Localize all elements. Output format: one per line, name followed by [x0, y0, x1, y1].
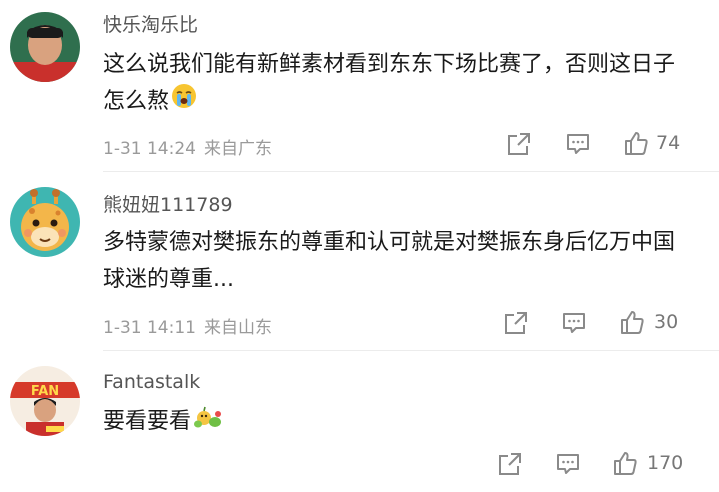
comment-item-1: 快乐淘乐比 这么说我们能有新鲜素材看到东东下场比赛了，否则这日子怎么熬 1-31…	[0, 0, 719, 170]
like-thumb-icon[interactable]	[612, 450, 638, 476]
user-avatar-photo	[10, 12, 80, 82]
like-thumb-icon[interactable]	[619, 309, 645, 335]
like-count: 170	[647, 452, 684, 474]
crying-face-icon	[171, 83, 197, 121]
comment-feed: 快乐淘乐比 这么说我们能有新鲜素材看到东东下场比赛了，否则这日子怎么熬 1-31…	[0, 0, 719, 492]
like-thumb-icon[interactable]	[623, 130, 649, 156]
username[interactable]: 熊妞妞111789	[103, 190, 233, 217]
timestamp: 1-31 14:24	[103, 139, 196, 159]
location: 来自广东	[203, 139, 272, 159]
avatar[interactable]: FAN	[10, 366, 80, 436]
like-count: 30	[654, 311, 679, 333]
timestamp: 1-31 14:11	[103, 318, 196, 338]
comment-meta: 1-31 14:11 来自山东	[103, 313, 272, 338]
username[interactable]: 快乐淘乐比	[103, 10, 198, 37]
comment-item-3: FAN Fantastalk 要看要看 170	[0, 352, 719, 492]
avatar[interactable]	[10, 12, 80, 82]
fan-poster-avatar: FAN	[10, 366, 80, 436]
share-icon[interactable]	[497, 451, 523, 477]
avatar-banner-text: FAN	[31, 384, 59, 399]
giraffe-avatar-icon	[10, 187, 80, 257]
share-icon[interactable]	[506, 131, 532, 157]
comment-item-2: 熊妞妞111789 多特蒙德对樊振东的尊重和认可就是对樊振东身后亿万中国球迷的尊…	[0, 172, 719, 348]
reply-icon[interactable]	[555, 451, 581, 477]
divider	[103, 350, 719, 351]
comment-meta: 1-31 14:24 来自广东	[103, 134, 272, 159]
location: 来自山东	[203, 318, 272, 338]
comment-text: 这么说我们能有新鲜素材看到东东下场比赛了，否则这日子怎么熬	[103, 46, 683, 121]
username[interactable]: Fantastalk	[103, 371, 200, 393]
comment-text: 多特蒙德对樊振东的尊重和认可就是对樊振东身后亿万中国球迷的尊重...	[103, 230, 676, 292]
like-count: 74	[656, 132, 681, 154]
fruit-emoji-icon	[193, 402, 223, 442]
comment-text: 要看要看	[103, 402, 683, 442]
comment-text-content: 要看要看	[103, 409, 192, 434]
reply-icon[interactable]	[565, 131, 591, 157]
avatar[interactable]	[10, 187, 80, 257]
share-icon[interactable]	[503, 310, 529, 336]
reply-icon[interactable]	[561, 310, 587, 336]
